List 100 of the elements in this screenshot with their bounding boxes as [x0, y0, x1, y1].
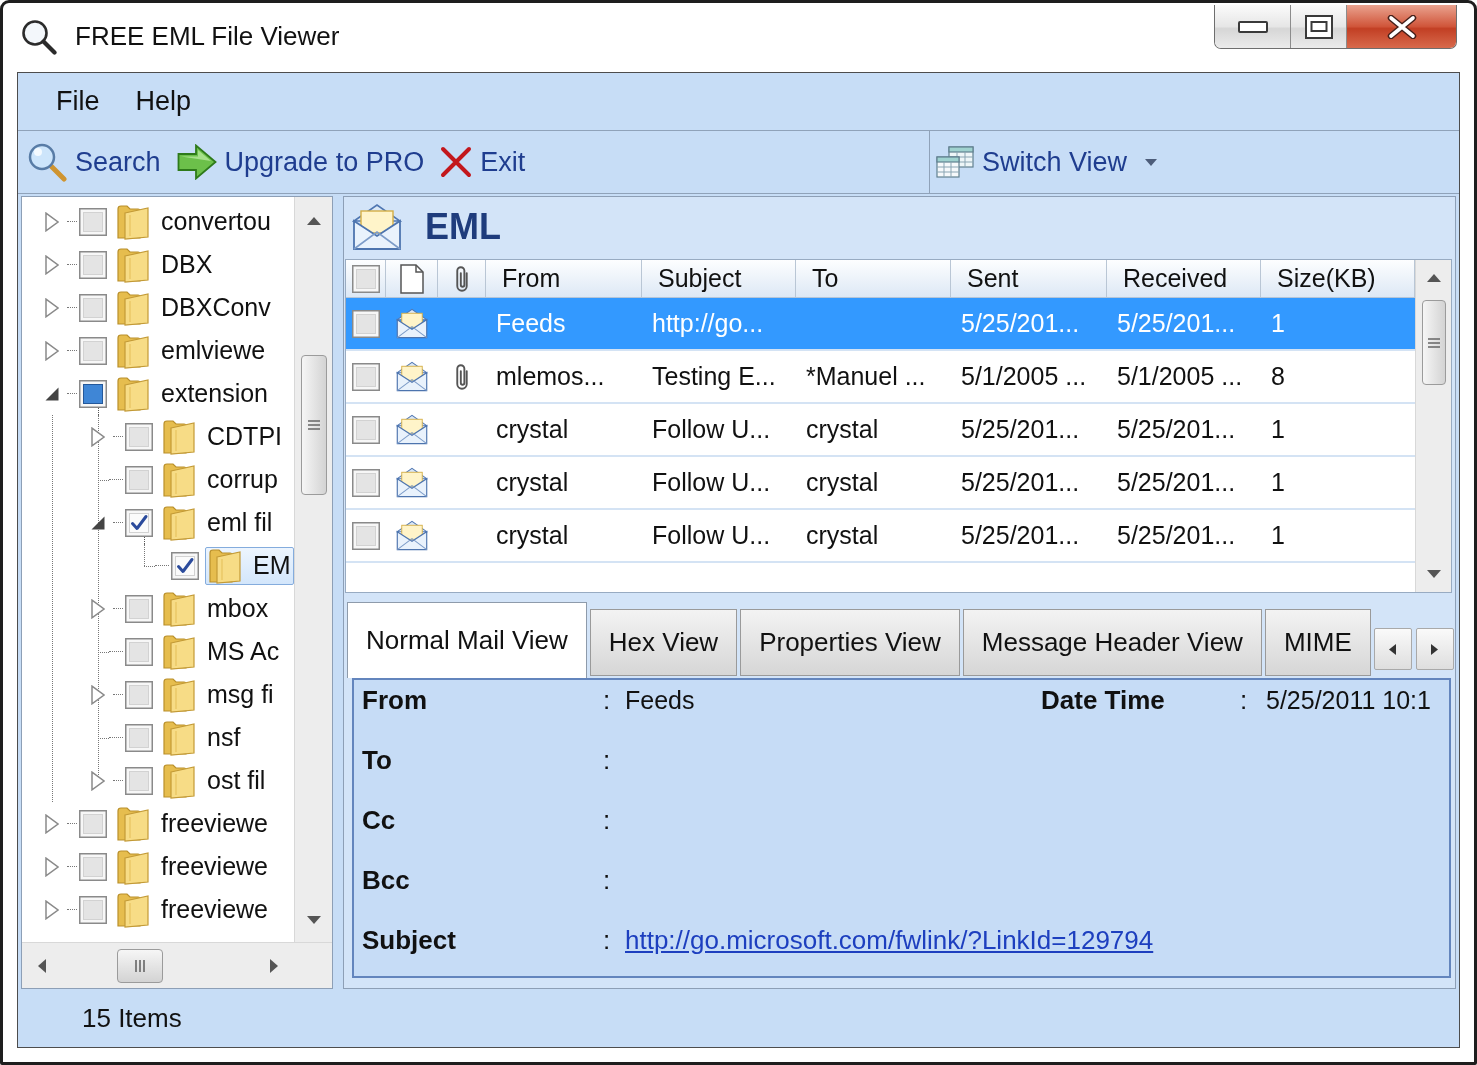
- triangle-right-icon[interactable]: [45, 297, 59, 318]
- checkbox[interactable]: [79, 207, 107, 236]
- close-button[interactable]: [1347, 5, 1456, 48]
- scroll-up-icon[interactable]: [1426, 274, 1441, 282]
- folder-icon: [163, 676, 195, 713]
- tree-item[interactable]: freeviewe: [113, 804, 271, 843]
- column-header[interactable]: Received: [1107, 260, 1261, 297]
- checkbox[interactable]: [125, 508, 153, 537]
- checkbox[interactable]: [79, 379, 107, 408]
- triangle-right-icon[interactable]: [45, 340, 59, 361]
- tree-item[interactable]: freeviewe: [113, 847, 271, 886]
- table-cell: crystal: [496, 521, 569, 550]
- minimize-button[interactable]: [1215, 5, 1291, 48]
- tab-scroll-left-button[interactable]: [1373, 628, 1412, 670]
- tab-scroll-right-button[interactable]: [1415, 628, 1454, 670]
- column-header[interactable]: Subject: [642, 260, 796, 297]
- checkbox[interactable]: [79, 895, 107, 924]
- checkbox[interactable]: [125, 422, 153, 451]
- column-header[interactable]: From: [486, 260, 642, 297]
- triangle-down-icon[interactable]: [45, 386, 59, 401]
- checkbox[interactable]: [79, 250, 107, 279]
- triangle-right-icon[interactable]: [91, 426, 105, 447]
- tree-item[interactable]: DBXConv: [113, 288, 274, 327]
- checkbox[interactable]: [352, 309, 380, 338]
- triangle-right-icon[interactable]: [91, 770, 105, 791]
- tree-item[interactable]: freeviewe: [113, 890, 271, 929]
- checkbox[interactable]: [352, 362, 380, 391]
- envelope-icon: [396, 361, 428, 392]
- upgrade-button[interactable]: Upgrade to PRO: [173, 144, 428, 180]
- checkbox[interactable]: [125, 723, 153, 752]
- scrollbar-thumb[interactable]: [117, 948, 163, 983]
- tree-item[interactable]: msg fi: [159, 675, 277, 714]
- tree-item[interactable]: eml fil: [159, 503, 276, 542]
- tab[interactable]: Hex View: [589, 609, 738, 676]
- table-cell: 5/25/201...: [1117, 309, 1236, 338]
- vertical-scrollbar[interactable]: [294, 197, 332, 942]
- table-cell: 5/25/201...: [961, 309, 1080, 338]
- maximize-button[interactable]: [1291, 5, 1347, 48]
- checkbox[interactable]: [352, 521, 380, 550]
- table-cell: Follow U...: [652, 468, 771, 497]
- checkbox[interactable]: [79, 293, 107, 322]
- table-cell: crystal: [806, 521, 879, 550]
- checkbox[interactable]: [171, 551, 199, 580]
- checkbox[interactable]: [79, 336, 107, 365]
- checkbox[interactable]: [351, 264, 380, 293]
- folder-icon: [209, 547, 241, 584]
- column-header[interactable]: To: [796, 260, 951, 297]
- checkbox[interactable]: [352, 468, 380, 497]
- vertical-scrollbar[interactable]: [1415, 260, 1451, 592]
- column-header[interactable]: Sent: [951, 260, 1107, 297]
- url-link[interactable]: http://go.microsoft.com/fwlink/?LinkId=129794: [625, 924, 1154, 956]
- tree-item[interactable]: CDTPI: [159, 417, 285, 456]
- triangle-right-icon[interactable]: [45, 813, 59, 834]
- tab[interactable]: Message Header View: [962, 609, 1262, 676]
- scrollbar-thumb[interactable]: [300, 355, 327, 495]
- view-switch-button[interactable]: Switch View: [933, 146, 1161, 178]
- triangle-right-icon[interactable]: [91, 684, 105, 705]
- tree-item[interactable]: MS Ac: [159, 632, 283, 671]
- tree-item[interactable]: extension: [113, 374, 272, 413]
- checkbox[interactable]: [79, 852, 107, 881]
- field-label: From: [362, 684, 427, 716]
- tree-item[interactable]: nsf: [159, 718, 244, 757]
- triangle-down-icon[interactable]: [91, 515, 105, 530]
- triangle-right-icon[interactable]: [45, 899, 59, 920]
- checkbox[interactable]: [352, 415, 380, 444]
- tree-item[interactable]: mbox: [159, 589, 272, 628]
- scrollbar-thumb[interactable]: [1421, 300, 1446, 385]
- triangle-right-icon[interactable]: [45, 856, 59, 877]
- tree-item[interactable]: convertou: [113, 202, 274, 241]
- triangle-right-icon[interactable]: [45, 211, 59, 232]
- tree-item[interactable]: EM: [205, 546, 294, 585]
- tab[interactable]: Normal Mail View: [347, 602, 587, 678]
- tree-item[interactable]: corrup: [159, 460, 281, 499]
- menu-item[interactable]: File: [48, 82, 108, 121]
- triangle-right-icon[interactable]: [45, 254, 59, 275]
- field-separator: :: [1240, 684, 1248, 716]
- exit-button[interactable]: Exit: [437, 146, 529, 178]
- scroll-down-icon[interactable]: [1426, 570, 1441, 578]
- checkbox[interactable]: [125, 465, 153, 494]
- folder-icon: [117, 805, 149, 842]
- tree-item[interactable]: emlviewe: [113, 331, 269, 370]
- status-text: 15 Items: [82, 1002, 182, 1034]
- tree-item[interactable]: ost fil: [159, 761, 269, 800]
- search-button[interactable]: Search: [24, 142, 164, 182]
- tab[interactable]: MIME: [1264, 609, 1371, 676]
- scroll-left-icon[interactable]: [38, 958, 46, 973]
- tab[interactable]: Properties View: [740, 609, 960, 676]
- checkbox[interactable]: [79, 809, 107, 838]
- scroll-down-icon[interactable]: [306, 916, 321, 924]
- checkbox[interactable]: [125, 766, 153, 795]
- scroll-right-icon[interactable]: [270, 958, 278, 973]
- scroll-up-icon[interactable]: [306, 217, 321, 225]
- menu-item[interactable]: Help: [127, 82, 200, 121]
- tree-item[interactable]: DBX: [113, 245, 216, 284]
- checkbox[interactable]: [125, 680, 153, 709]
- checkbox[interactable]: [125, 594, 153, 623]
- checkbox[interactable]: [125, 637, 153, 666]
- triangle-right-icon[interactable]: [91, 598, 105, 619]
- paperclip-icon: [455, 265, 468, 292]
- table-cell: 5/25/201...: [961, 521, 1080, 550]
